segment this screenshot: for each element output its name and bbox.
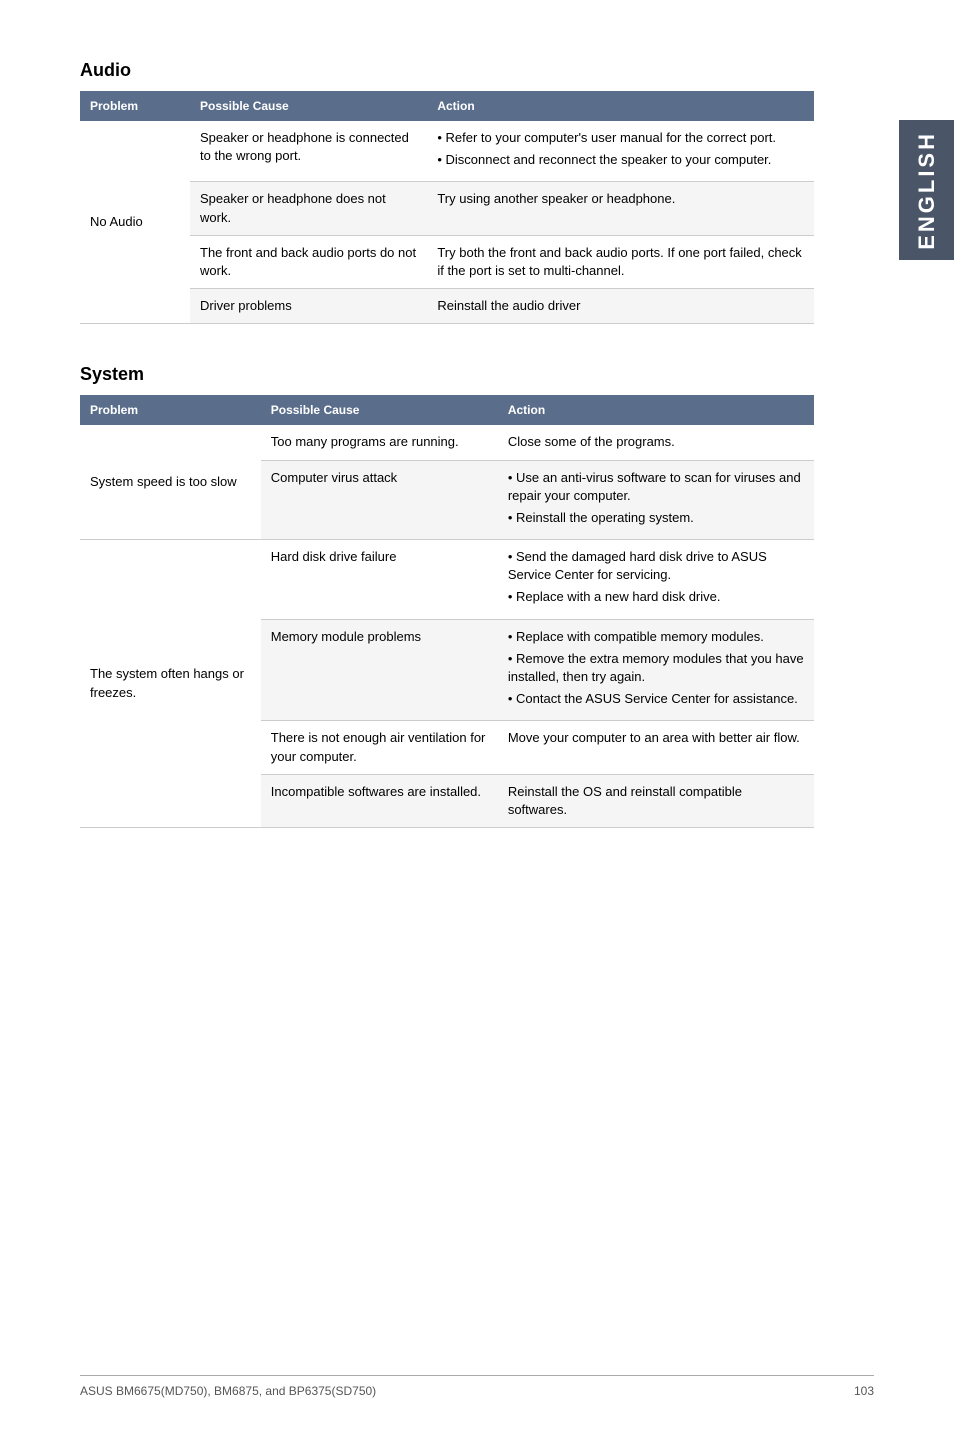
- problem-cell: The system often hangs or freezes.: [80, 540, 261, 828]
- system-table-header: Problem Possible Cause Action: [80, 395, 814, 425]
- table-row: The front and back audio ports do not wo…: [80, 235, 814, 288]
- footer-right: 103: [854, 1384, 874, 1398]
- footer-left: ASUS BM6675(MD750), BM6875, and BP6375(S…: [80, 1384, 376, 1398]
- action-cell: Reinstall the OS and reinstall compatibl…: [498, 774, 814, 827]
- system-table: Problem Possible Cause Action System spe…: [80, 395, 814, 828]
- list-item: Send the damaged hard disk drive to ASUS…: [508, 548, 804, 584]
- system-section: System Problem Possible Cause Action Sys…: [80, 364, 814, 828]
- action-cell: Replace with compatible memory modules. R…: [498, 619, 814, 721]
- action-cell: Close some of the programs.: [498, 425, 814, 460]
- system-col-cause: Possible Cause: [261, 395, 498, 425]
- footer: ASUS BM6675(MD750), BM6875, and BP6375(S…: [80, 1375, 874, 1398]
- list-item: Refer to your computer's user manual for…: [437, 129, 804, 147]
- audio-table: Problem Possible Cause Action No AudioSp…: [80, 91, 814, 324]
- system-col-action: Action: [498, 395, 814, 425]
- list-item: Replace with a new hard disk drive.: [508, 588, 804, 606]
- audio-col-action: Action: [427, 91, 814, 121]
- action-cell: Send the damaged hard disk drive to ASUS…: [498, 540, 814, 620]
- cause-cell: The front and back audio ports do not wo…: [190, 235, 427, 288]
- table-row: System speed is too slowToo many program…: [80, 425, 814, 460]
- list-item: Use an anti-virus software to scan for v…: [508, 469, 804, 505]
- audio-col-problem: Problem: [80, 91, 190, 121]
- system-section-title: System: [80, 364, 814, 385]
- audio-table-header: Problem Possible Cause Action: [80, 91, 814, 121]
- action-cell: Try both the front and back audio ports.…: [427, 235, 814, 288]
- cause-cell: Speaker or headphone is connected to the…: [190, 121, 427, 182]
- cause-cell: Hard disk drive failure: [261, 540, 498, 620]
- cause-cell: There is not enough air ventilation for …: [261, 721, 498, 774]
- system-col-problem: Problem: [80, 395, 261, 425]
- table-row: Driver problemsReinstall the audio drive…: [80, 289, 814, 324]
- list-item: Reinstall the operating system.: [508, 509, 804, 527]
- cause-cell: Too many programs are running.: [261, 425, 498, 460]
- table-row: The system often hangs or freezes.Hard d…: [80, 540, 814, 620]
- action-cell: Move your computer to an area with bette…: [498, 721, 814, 774]
- audio-col-cause: Possible Cause: [190, 91, 427, 121]
- side-tab: ENGLISH: [899, 120, 954, 260]
- list-item: Disconnect and reconnect the speaker to …: [437, 151, 804, 169]
- audio-section: Audio Problem Possible Cause Action No A…: [80, 60, 814, 324]
- list-item: Remove the extra memory modules that you…: [508, 650, 804, 686]
- cause-cell: Speaker or headphone does not work.: [190, 182, 427, 235]
- table-row: No AudioSpeaker or headphone is connecte…: [80, 121, 814, 182]
- side-tab-label: ENGLISH: [914, 131, 940, 250]
- cause-cell: Computer virus attack: [261, 460, 498, 540]
- list-item: Replace with compatible memory modules.: [508, 628, 804, 646]
- action-cell: Reinstall the audio driver: [427, 289, 814, 324]
- problem-cell: System speed is too slow: [80, 425, 261, 539]
- action-cell: Use an anti-virus software to scan for v…: [498, 460, 814, 540]
- audio-section-title: Audio: [80, 60, 814, 81]
- table-row: Speaker or headphone does not work.Try u…: [80, 182, 814, 235]
- cause-cell: Driver problems: [190, 289, 427, 324]
- cause-cell: Incompatible softwares are installed.: [261, 774, 498, 827]
- cause-cell: Memory module problems: [261, 619, 498, 721]
- action-cell: Refer to your computer's user manual for…: [427, 121, 814, 182]
- action-cell: Try using another speaker or headphone.: [427, 182, 814, 235]
- list-item: Contact the ASUS Service Center for assi…: [508, 690, 804, 708]
- problem-cell: No Audio: [80, 121, 190, 324]
